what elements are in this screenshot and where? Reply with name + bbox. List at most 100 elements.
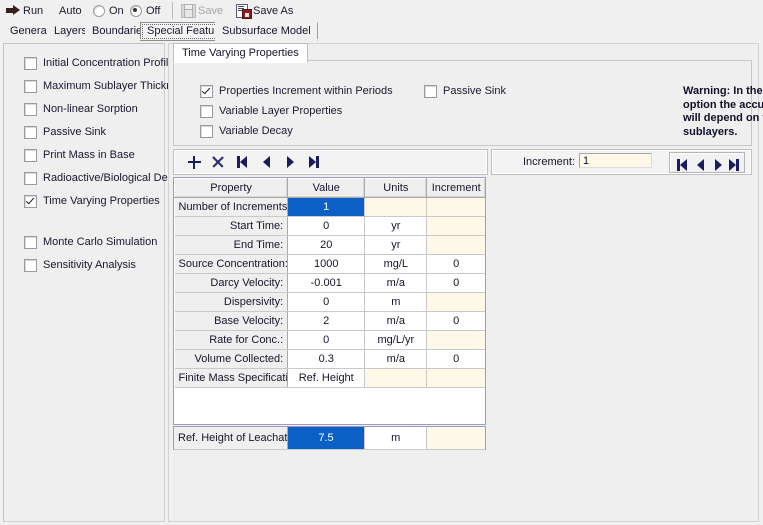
- increment-last-button[interactable]: [725, 156, 743, 174]
- checkbox-icon: [424, 85, 437, 98]
- checkbox-variable-layer-properties[interactable]: Variable Layer Properties: [200, 104, 342, 118]
- first-icon: [237, 156, 247, 168]
- auto-on-label: On: [109, 5, 124, 17]
- cell-increment[interactable]: [427, 369, 485, 388]
- table-row[interactable]: Volume Collected: 0.3 m/a 0: [175, 350, 486, 369]
- column-header-value[interactable]: Value: [288, 179, 365, 198]
- cell-units[interactable]: mg/L/yr: [365, 331, 427, 350]
- option-monte-carlo-simulation[interactable]: Monte Carlo Simulation: [24, 235, 157, 249]
- checkbox-icon: [24, 57, 37, 70]
- next-record-button[interactable]: [280, 153, 300, 171]
- cell-value[interactable]: 2: [288, 312, 365, 331]
- cell-units[interactable]: mg/L: [365, 255, 427, 274]
- cell-value[interactable]: 0.3: [288, 350, 365, 369]
- cell-value[interactable]: 1: [288, 198, 365, 217]
- cell-increment[interactable]: [427, 236, 485, 255]
- increment-panel: Increment: 1: [491, 149, 752, 175]
- last-icon: [729, 159, 739, 171]
- option-radioactive-biological-decay[interactable]: Radioactive/Biological Decay: [24, 171, 185, 185]
- cell-units[interactable]: m: [365, 293, 427, 312]
- column-header-property[interactable]: Property: [175, 179, 288, 198]
- checkbox-passive-sink[interactable]: Passive Sink: [424, 84, 506, 98]
- option-label: Monte Carlo Simulation: [43, 236, 157, 248]
- next-icon: [287, 156, 294, 168]
- table-row[interactable]: Source Concentration: 1000 mg/L 0: [175, 255, 486, 274]
- cell-units[interactable]: m/a: [365, 350, 427, 369]
- cell-units[interactable]: m/a: [365, 312, 427, 331]
- cell-increment[interactable]: [427, 331, 485, 350]
- main-toolbar: Run Auto On Off Save: [0, 0, 763, 21]
- table-row[interactable]: Start Time: 0 yr: [175, 217, 486, 236]
- cell-value[interactable]: 0: [288, 331, 365, 350]
- cell-value[interactable]: -0.001: [288, 274, 365, 293]
- save-button[interactable]: Save: [181, 0, 223, 21]
- option-initial-concentration-profile[interactable]: Initial Concentration Profile: [24, 56, 174, 70]
- cell-value[interactable]: 7.5: [287, 427, 364, 449]
- table-row[interactable]: Ref. Height of Leachate: 7.5 m: [174, 427, 485, 449]
- properties-options-group: Properties Increment within Periods Vari…: [173, 60, 752, 146]
- cell-value[interactable]: 0: [288, 293, 365, 312]
- cell-property: Ref. Height of Leachate:: [174, 427, 287, 449]
- table-header-row: Property Value Units Increment: [175, 179, 486, 198]
- cell-value[interactable]: 0: [288, 217, 365, 236]
- tab-time-varying-properties[interactable]: Time Varying Properties: [173, 43, 308, 63]
- tab-subsurface-model[interactable]: Subsurface Model: [215, 22, 318, 41]
- checkbox-checked-icon: [24, 195, 37, 208]
- cell-property: Number of Increments:: [175, 198, 288, 217]
- checkbox-variable-decay[interactable]: Variable Decay: [200, 124, 293, 138]
- column-header-units[interactable]: Units: [365, 179, 427, 198]
- cell-units[interactable]: yr: [365, 217, 427, 236]
- increment-previous-button[interactable]: [691, 156, 709, 174]
- option-sensitivity-analysis[interactable]: Sensitivity Analysis: [24, 258, 136, 272]
- table-row[interactable]: Darcy Velocity: -0.001 m/a 0: [175, 274, 486, 293]
- first-record-button[interactable]: [232, 153, 252, 171]
- increment-first-button[interactable]: [673, 156, 691, 174]
- cell-units[interactable]: [365, 198, 427, 217]
- cell-increment[interactable]: 0: [427, 255, 485, 274]
- cell-increment[interactable]: [427, 293, 485, 312]
- table-row[interactable]: Number of Increments: 1: [175, 198, 486, 217]
- cell-increment[interactable]: [427, 427, 485, 449]
- checkbox-label: Passive Sink: [443, 85, 506, 97]
- previous-record-button[interactable]: [256, 153, 276, 171]
- properties-table[interactable]: Property Value Units Increment Number of…: [173, 177, 486, 425]
- cell-value[interactable]: Ref. Height: [288, 369, 365, 388]
- cell-increment[interactable]: [427, 217, 485, 236]
- table-row[interactable]: Base Velocity: 2 m/a 0: [175, 312, 486, 331]
- cell-units[interactable]: yr: [365, 236, 427, 255]
- variable-properties-warning: Warning: In the Variable Properties opti…: [683, 85, 763, 139]
- increment-input[interactable]: 1: [579, 153, 652, 168]
- save-as-button[interactable]: Save As: [236, 0, 293, 21]
- table-row[interactable]: Finite Mass Specification: Ref. Height: [175, 369, 486, 388]
- add-icon: [188, 156, 201, 169]
- cell-units[interactable]: m: [365, 427, 427, 449]
- cell-increment[interactable]: 0: [427, 350, 485, 369]
- cell-units[interactable]: m/a: [365, 274, 427, 293]
- reference-height-row[interactable]: Ref. Height of Leachate: 7.5 m: [173, 426, 486, 450]
- delete-record-button[interactable]: [208, 153, 228, 171]
- checkbox-properties-increment-within-periods[interactable]: Properties Increment within Periods: [200, 84, 393, 98]
- table-row[interactable]: Dispersivity: 0 m: [175, 293, 486, 312]
- cell-value[interactable]: 1000: [288, 255, 365, 274]
- cell-value[interactable]: 20: [288, 236, 365, 255]
- cell-increment[interactable]: 0: [427, 274, 485, 293]
- last-record-button[interactable]: [304, 153, 324, 171]
- option-passive-sink[interactable]: Passive Sink: [24, 125, 106, 139]
- option-time-varying-properties[interactable]: Time Varying Properties: [24, 194, 160, 208]
- table-row[interactable]: End Time: 20 yr: [175, 236, 486, 255]
- cell-units[interactable]: [365, 369, 427, 388]
- cell-increment[interactable]: [427, 198, 485, 217]
- auto-on-radio[interactable]: On: [93, 0, 124, 21]
- add-record-button[interactable]: [184, 153, 204, 171]
- auto-off-radio[interactable]: Off: [130, 0, 160, 21]
- save-as-label: Save As: [253, 5, 293, 17]
- option-maximum-sublayer-thickness[interactable]: Maximum Sublayer Thickness: [24, 79, 190, 93]
- cell-increment[interactable]: 0: [427, 312, 485, 331]
- option-non-linear-sorption[interactable]: Non-linear Sorption: [24, 102, 138, 116]
- previous-icon: [263, 156, 270, 168]
- table-row[interactable]: Rate for Conc.: 0 mg/L/yr: [175, 331, 486, 350]
- run-button[interactable]: Run: [6, 0, 43, 21]
- column-header-increment[interactable]: Increment: [427, 179, 485, 198]
- option-print-mass-in-base[interactable]: Print Mass in Base: [24, 148, 135, 162]
- option-label: Time Varying Properties: [43, 195, 160, 207]
